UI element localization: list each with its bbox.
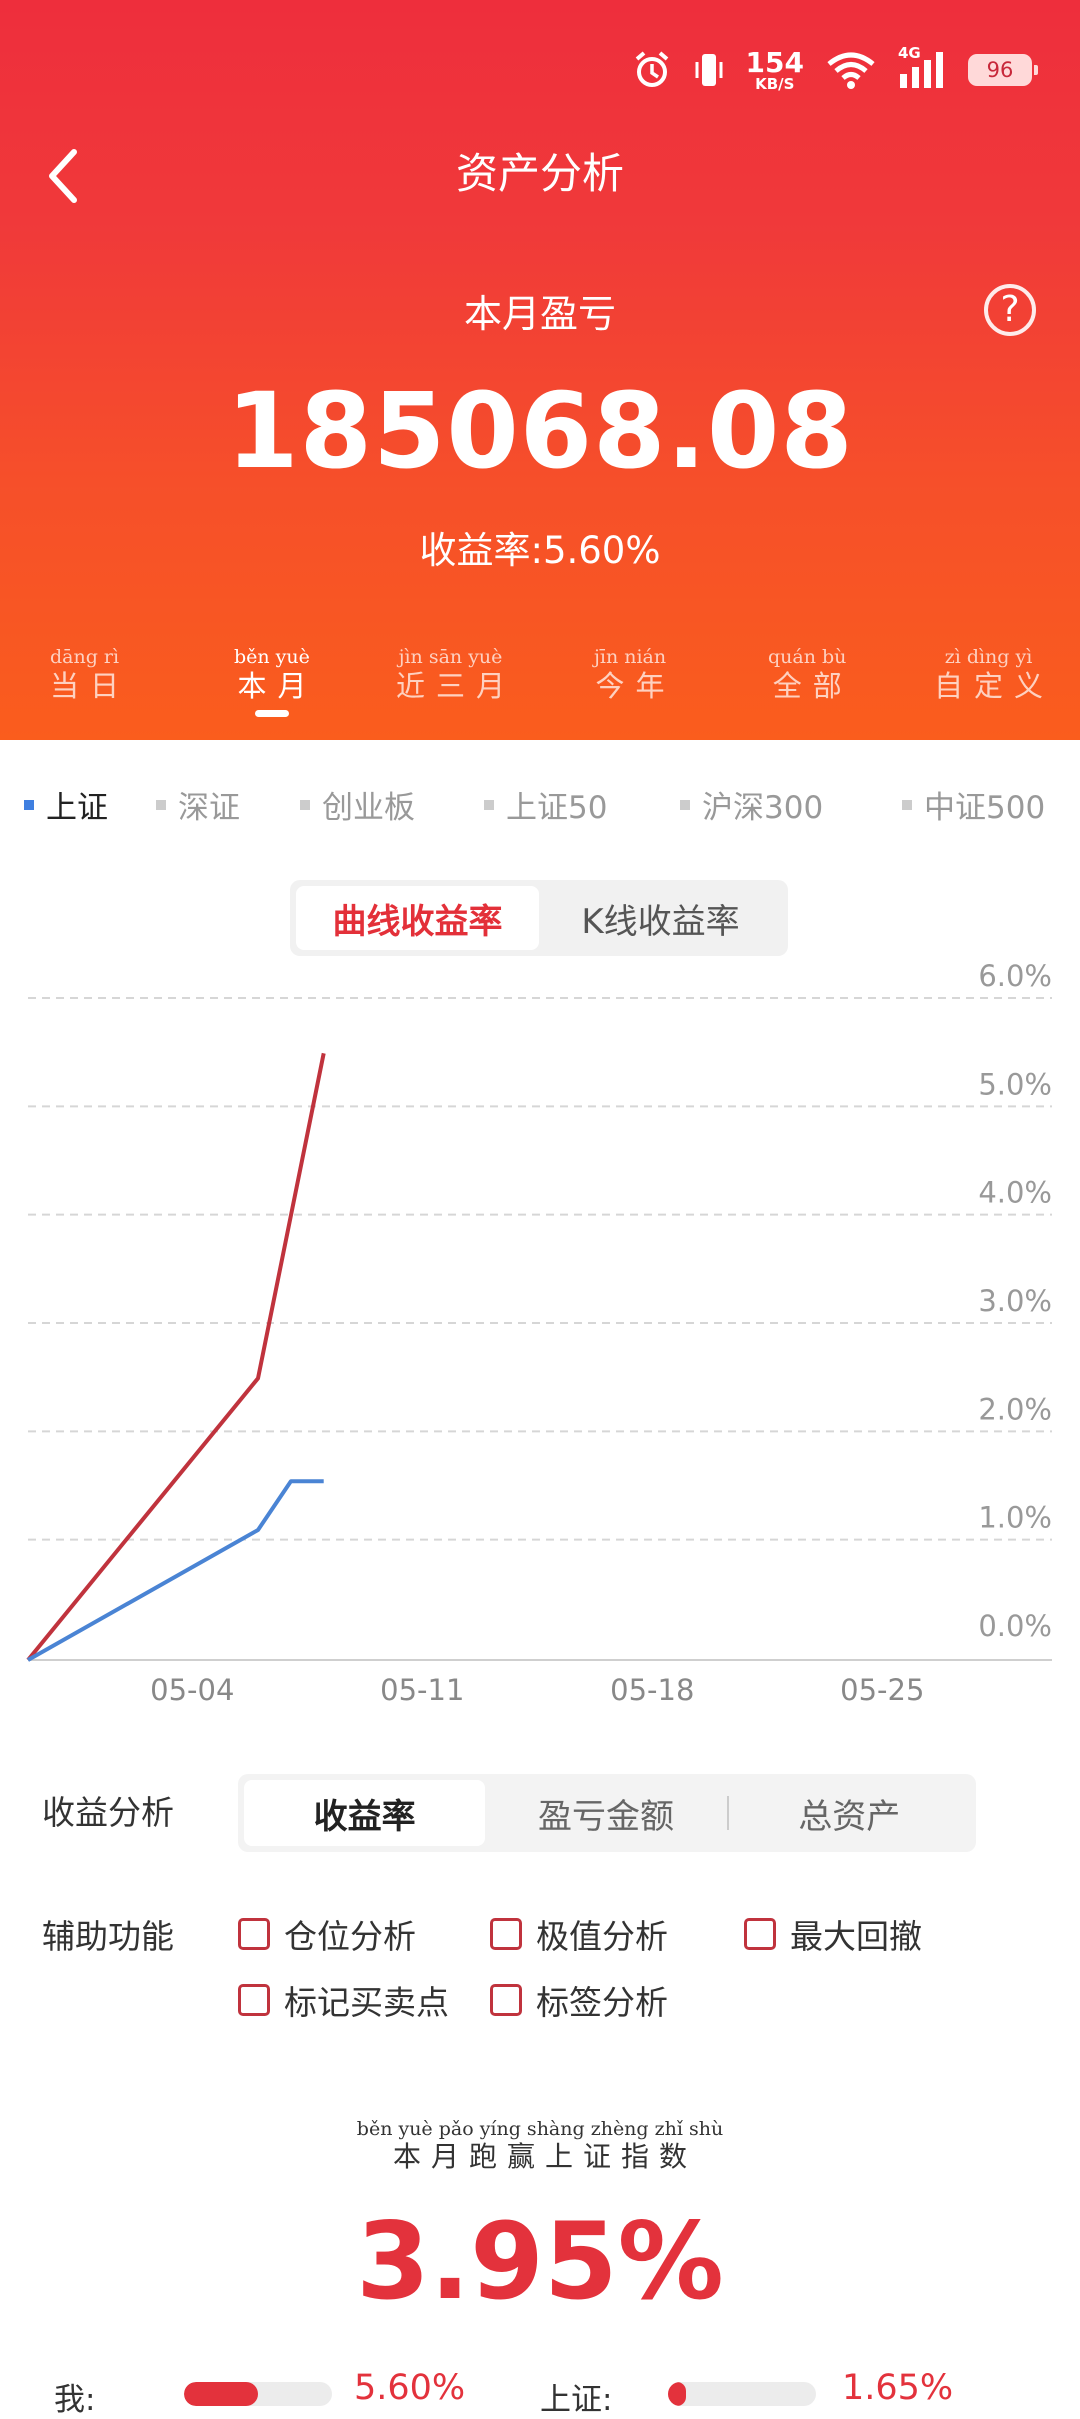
checkbox-box <box>490 1984 522 2016</box>
index-tab-chinext[interactable]: 创业板 <box>300 782 415 827</box>
my-yield-bar <box>184 2382 332 2406</box>
battery-indicator: 96 <box>968 54 1038 86</box>
checkbox-box <box>238 1984 270 2016</box>
index-yield-value: 1.65% <box>842 2368 954 2408</box>
tab-all[interactable]: quán bù 全部 <box>768 646 846 704</box>
index-tab-csi300[interactable]: 沪深300 <box>680 782 823 827</box>
index-tab-shenzhen[interactable]: 深证 <box>156 782 240 827</box>
trade-marks-checkbox[interactable]: 标记买卖点 <box>238 1976 449 2024</box>
max-drawdown-checkbox[interactable]: 最大回撤 <box>744 1910 922 1958</box>
alarm-icon <box>632 50 672 90</box>
page-title: 资产分析 <box>455 149 624 198</box>
y-tick-label: 6.0% <box>978 959 1052 993</box>
extreme-analysis-checkbox[interactable]: 极值分析 <box>490 1910 668 1958</box>
tag-analysis-checkbox[interactable]: 标签分析 <box>490 1976 668 2024</box>
yield-analysis-label: 收益分析 <box>42 1793 174 1832</box>
position-analysis-checkbox[interactable]: 仓位分析 <box>238 1910 416 1958</box>
my-yield-label: 我: <box>54 2382 96 2418</box>
yield-rate-option[interactable]: 收益率 <box>244 1780 486 1846</box>
net-speed: 154 KB/S <box>745 45 804 93</box>
wifi-icon <box>826 50 876 90</box>
tab-last-three-months[interactable]: jìn sān yuè 近三月 <box>396 646 505 704</box>
index-tab-sse50[interactable]: 上证50 <box>484 782 607 827</box>
tab-this-month[interactable]: běn yuè 本月 <box>234 646 310 717</box>
tab-this-year[interactable]: jīn nián 今年 <box>594 646 666 704</box>
y-tick-label: 1.0% <box>978 1501 1052 1535</box>
yield-rate: 收益率:5.60% <box>419 529 661 572</box>
checkbox-box <box>490 1918 522 1950</box>
y-tick-label: 2.0% <box>978 1392 1052 1426</box>
index-yield-bar-fill <box>668 2382 686 2406</box>
index-yield-label: 上证: <box>540 2382 613 2418</box>
tab-custom[interactable]: zì dìng yì 自定义 <box>934 646 1043 704</box>
y-tick-label: 5.0% <box>978 1067 1052 1101</box>
yield-line-chart: 6.0% 5.0% 4.0% 3.0% 2.0% 1.0% 0.0% 05-04 05-11 05… <box>26 959 1052 1707</box>
tab-today[interactable]: dāng rì 当日 <box>50 646 119 704</box>
help-icon[interactable]: ? <box>984 284 1036 336</box>
signal-icon: 4G <box>898 44 946 90</box>
vibrate-icon <box>694 50 724 90</box>
y-tick-label: 0.0% <box>978 1609 1052 1643</box>
x-tick-label: 05-04 <box>150 1673 234 1707</box>
pl-label: 本月盈亏 <box>463 292 616 336</box>
beat-index-value: 3.95% <box>356 2200 724 2323</box>
pl-amount-option[interactable]: 盈亏金额 <box>485 1780 726 1846</box>
yield-analysis-selector: 收益率 盈亏金额 总资产 <box>238 1774 976 1852</box>
my-yield-bar-fill <box>184 2382 258 2406</box>
index-yield-bar <box>668 2382 816 2406</box>
pl-amount: 185068.08 <box>226 370 854 492</box>
checkbox-box <box>238 1918 270 1950</box>
total-assets-option[interactable]: 总资产 <box>729 1780 970 1846</box>
my-yield-value: 5.60% <box>354 2368 466 2408</box>
aux-functions-label: 辅助功能 <box>42 1917 174 1956</box>
index-tab-csi500[interactable]: 中证500 <box>902 782 1045 827</box>
beat-index-label: běn yuè pǎo yíng shàng zhèng zhǐ shù 本月跑… <box>356 2118 724 2173</box>
x-tick-label: 05-25 <box>840 1673 924 1707</box>
x-tick-label: 05-11 <box>380 1673 464 1707</box>
index-tab-shanghai[interactable]: 上证 <box>24 782 108 827</box>
checkbox-box <box>744 1918 776 1950</box>
y-tick-label: 4.0% <box>978 1176 1052 1210</box>
my-yield-line <box>26 1052 326 1662</box>
status-bar: 154 KB/S 4G 96 <box>632 42 1038 98</box>
index-yield-line <box>27 1479 324 1662</box>
x-tick-label: 05-18 <box>610 1673 694 1707</box>
active-tab-indicator <box>254 710 289 717</box>
y-tick-label: 3.0% <box>978 1284 1052 1318</box>
active-index-marker <box>24 799 34 810</box>
